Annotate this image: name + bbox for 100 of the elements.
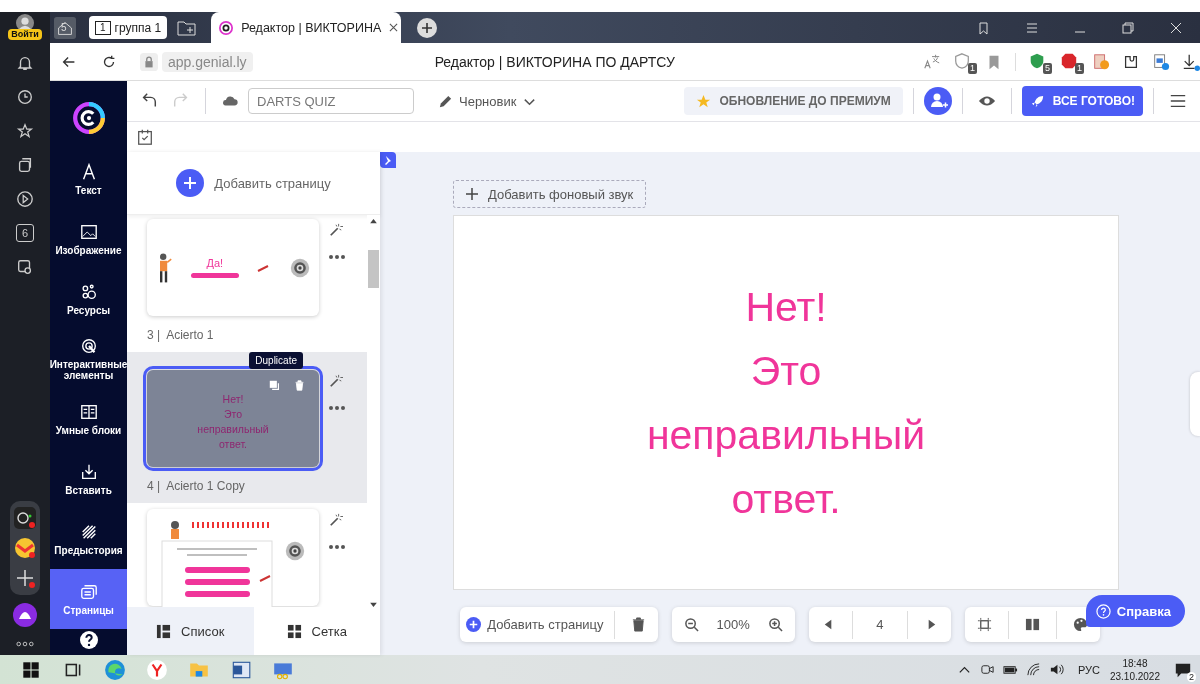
sidebar-item[interactable]: Изображение [50, 209, 127, 269]
fit-screen-icon[interactable] [976, 617, 992, 632]
new-tab-icon[interactable] [417, 17, 438, 38]
page-label: 3 | Acierto 1 [147, 328, 215, 342]
plus-icon [176, 169, 205, 197]
more-icon[interactable] [16, 641, 34, 647]
language-indicator[interactable]: РУС [1077, 663, 1100, 676]
add-sound-button[interactable]: Добавить фоновый звук [453, 180, 647, 208]
extension-icon[interactable] [1092, 52, 1110, 71]
magic-wand-icon[interactable] [329, 374, 343, 388]
play-icon[interactable] [16, 190, 34, 208]
close-tab-icon[interactable] [389, 23, 399, 32]
more-icon[interactable] [329, 545, 345, 549]
camera-app-icon[interactable] [14, 507, 36, 529]
tabs-icon[interactable] [16, 156, 34, 174]
translate-icon[interactable] [923, 52, 941, 71]
bell-icon[interactable] [16, 54, 34, 72]
pages-icon [79, 582, 98, 601]
sidebar-item[interactable]: Ресурсы [50, 269, 127, 329]
volume-icon[interactable] [1048, 662, 1064, 677]
status-dropdown[interactable]: Черновик [432, 92, 544, 110]
thumbnail-text: неправильный [197, 422, 269, 436]
magic-wand-icon[interactable] [329, 223, 343, 237]
scrollbar-thumb[interactable] [368, 250, 379, 288]
browser-tab[interactable]: Редактор | ВИКТОРИНА [211, 12, 402, 43]
add-page-button[interactable]: Добавить страницу [170, 168, 337, 198]
scrollbar[interactable] [367, 215, 380, 607]
insert-icon [79, 462, 98, 481]
assistant-icon[interactable] [13, 603, 37, 627]
magic-wand-icon[interactable] [329, 513, 343, 527]
add-icon[interactable] [14, 567, 36, 589]
tab-group[interactable]: 1 группа 1 [89, 16, 168, 39]
rocket-icon [1029, 93, 1045, 109]
plus-icon [466, 617, 482, 632]
split-view-icon[interactable] [1024, 617, 1040, 632]
sidebar-item[interactable]: Страницы [50, 569, 127, 629]
interactive-icon [79, 337, 98, 355]
logo-icon[interactable] [71, 101, 106, 135]
new-group-icon[interactable] [177, 19, 198, 36]
screenshot-icon[interactable] [16, 258, 34, 276]
page-thumbnail[interactable]: Да! [147, 219, 319, 316]
scroll-up-icon[interactable] [370, 219, 377, 224]
lock-icon[interactable] [140, 52, 158, 71]
download-icon[interactable] [1182, 52, 1200, 71]
sidebar-item[interactable]: Вставить [50, 449, 127, 509]
thumbnail-text: Да! [206, 257, 224, 269]
image-extension-icon[interactable] [1152, 52, 1170, 71]
more-icon[interactable] [329, 255, 345, 259]
page-item[interactable]: Нет! Это неправильный ответ. Duplicate 4 | Acierto 1 Copy [127, 352, 367, 503]
history-icon[interactable] [16, 88, 34, 106]
help-button[interactable]: Справка [1085, 595, 1185, 627]
zoom-out-icon[interactable] [683, 617, 699, 632]
page-thumbnail[interactable] [147, 509, 319, 606]
add-user-icon[interactable] [923, 87, 952, 115]
home-icon[interactable] [54, 16, 76, 39]
zoom-in-icon[interactable] [767, 617, 783, 632]
clock-time[interactable]: 18:48 [1122, 656, 1148, 670]
page-item[interactable]: Да! 3 | Acierto 1 [127, 215, 367, 352]
view-tab[interactable]: Список [127, 607, 254, 655]
sidebar-item[interactable]: Текст [50, 149, 127, 209]
view-tab[interactable]: Сетка [253, 607, 380, 655]
palette-icon[interactable] [1072, 617, 1088, 632]
slide-text: Это [750, 346, 822, 396]
sidebar-item[interactable]: Умные блоки [50, 389, 127, 449]
zoom-level: 100% [716, 617, 750, 632]
edge-browser-icon[interactable] [104, 658, 126, 681]
title-field[interactable]: DARTS QUIZ [248, 88, 414, 114]
upgrade-button[interactable]: ОБНОВЛЕНИЕ ДО ПРЕМИУМ [684, 87, 903, 115]
thumbnail-text: ответ. [219, 437, 247, 451]
checklist-icon[interactable] [136, 128, 154, 146]
restore-icon[interactable] [1120, 19, 1136, 36]
duplicate-icon[interactable] [269, 380, 280, 391]
thumbnail-text: Нет! [222, 392, 244, 406]
more-icon[interactable] [329, 406, 345, 410]
pencil-icon [438, 93, 453, 109]
image-icon [79, 222, 98, 241]
backstory-icon [79, 522, 98, 541]
clock-date[interactable]: 23.10.2022 [1109, 669, 1160, 683]
yandex-browser-icon[interactable] [146, 658, 168, 681]
star-icon [696, 93, 712, 109]
slide-text: Нет! [745, 282, 827, 332]
login-button[interactable]: Войти [8, 29, 42, 40]
sidebar-item[interactable]: Предыстория [50, 509, 127, 569]
star-icon[interactable] [16, 122, 34, 140]
trash-icon[interactable] [630, 617, 646, 632]
resources-icon [79, 282, 98, 301]
help-icon[interactable] [79, 631, 98, 649]
page-title: Редактор | ВИКТОРИНА ПО ДАРТСУ [434, 53, 675, 70]
side-handle[interactable] [1190, 372, 1200, 436]
dart-drawing [259, 574, 273, 582]
blocks-icon [79, 402, 98, 421]
sidebar-item[interactable]: Интерактивные элементы [50, 329, 127, 389]
pin-icon[interactable] [380, 152, 396, 168]
wifi-icon[interactable] [1025, 662, 1041, 677]
mail-app-icon[interactable] [14, 537, 36, 559]
menu-icon[interactable] [1169, 92, 1187, 110]
publish-button[interactable]: ВСЕ ГОТОВО! [1021, 86, 1143, 116]
meeting-icon[interactable] [979, 662, 995, 677]
grid-view-icon [286, 623, 302, 639]
counter-badge[interactable]: 6 [16, 224, 34, 242]
